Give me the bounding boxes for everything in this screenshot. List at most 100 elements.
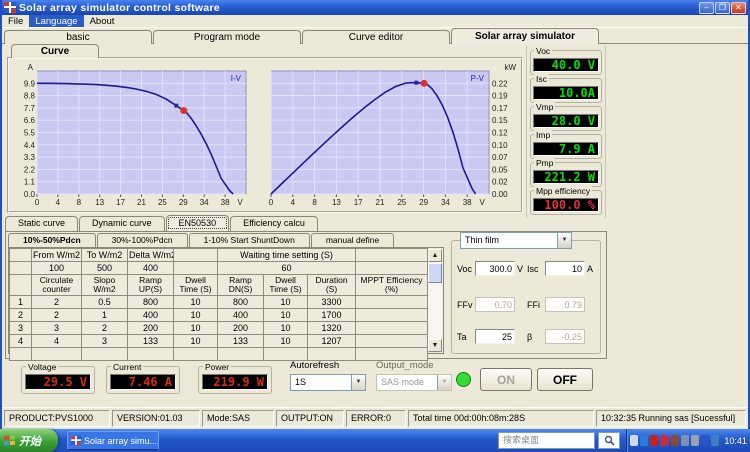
- table-scrollbar[interactable]: ▲ ▼: [428, 249, 442, 352]
- desktop-search-input[interactable]: 搜索桌面: [498, 432, 595, 449]
- tab-basic[interactable]: basic: [4, 30, 152, 44]
- tab-program-mode[interactable]: Program mode: [153, 30, 301, 44]
- table-cell[interactable]: [355, 308, 429, 322]
- table-cell[interactable]: [9, 261, 32, 275]
- table-cell[interactable]: [31, 347, 82, 361]
- input-method-icon[interactable]: [630, 435, 639, 446]
- table-cell[interactable]: 10: [173, 295, 218, 309]
- chevron-down-icon[interactable]: ▼: [557, 233, 571, 248]
- table-cell[interactable]: 4: [9, 334, 32, 348]
- tab-efficiency-calcu[interactable]: Efficiency calcu: [230, 216, 318, 231]
- table-cell[interactable]: 10: [263, 321, 308, 335]
- table-cell[interactable]: 1: [81, 308, 128, 322]
- tab-1-10-start-shuntdown[interactable]: 1-10% Start ShuntDown: [188, 233, 310, 247]
- table-cell[interactable]: 3: [31, 321, 82, 335]
- table-cell[interactable]: 10: [263, 295, 308, 309]
- off-button[interactable]: OFF: [537, 368, 593, 391]
- tab-10-50-pdcn[interactable]: 10%-50%Pdcn: [8, 233, 96, 247]
- table-cell[interactable]: 800: [217, 295, 264, 309]
- table-cell[interactable]: [355, 347, 429, 361]
- table-cell[interactable]: 0.5: [81, 295, 128, 309]
- table-cell[interactable]: 133: [217, 334, 264, 348]
- voc-input[interactable]: [475, 261, 515, 276]
- start-button[interactable]: 开始: [0, 429, 58, 452]
- table-cell[interactable]: 500: [81, 261, 128, 275]
- table-cell[interactable]: [355, 334, 429, 348]
- β-input: [545, 329, 585, 344]
- table-cell[interactable]: [355, 261, 429, 275]
- table-cell[interactable]: 1207: [306, 334, 357, 348]
- table-cell[interactable]: 3: [9, 321, 32, 335]
- table-cell[interactable]: [173, 347, 218, 361]
- antivirus-shield-icon[interactable]: [660, 435, 669, 446]
- table-cell[interactable]: 1: [9, 295, 32, 309]
- minimize-button[interactable]: –: [699, 1, 714, 14]
- table-cell[interactable]: 10: [263, 308, 308, 322]
- table-cell[interactable]: 1320: [306, 321, 357, 335]
- pc-status-icon[interactable]: [670, 435, 679, 446]
- table-cell[interactable]: 2: [31, 308, 82, 322]
- bluetooth-icon[interactable]: [640, 435, 649, 446]
- network-monitor-icon[interactable]: [680, 435, 689, 446]
- table-cell[interactable]: 2: [9, 308, 32, 322]
- menu-item-about[interactable]: About: [84, 15, 121, 27]
- table-cell[interactable]: 10: [173, 321, 218, 335]
- table-cell[interactable]: 200: [127, 321, 174, 335]
- svg-text:kW: kW: [504, 63, 516, 72]
- table-cell[interactable]: [263, 347, 308, 361]
- table-cell[interactable]: 3300: [306, 295, 357, 309]
- taskbar-task[interactable]: Solar array simu...: [67, 431, 159, 450]
- close-button[interactable]: ✕: [731, 1, 746, 14]
- tab-30-100-pdcn[interactable]: 30%-100%Pdcn: [96, 233, 188, 247]
- menu-item-file[interactable]: File: [2, 15, 29, 27]
- table-cell[interactable]: [81, 347, 128, 361]
- table-cell[interactable]: 2: [81, 321, 128, 335]
- svg-text:13: 13: [332, 198, 341, 207]
- table-cell[interactable]: [127, 347, 174, 361]
- table-cell[interactable]: 1700: [306, 308, 357, 322]
- scrollbar-thumb[interactable]: [428, 263, 442, 283]
- table-cell[interactable]: 100: [31, 261, 82, 275]
- scroll-down-icon[interactable]: ▼: [428, 339, 442, 352]
- table-cell[interactable]: [355, 321, 429, 335]
- tab-solar-array-simulator[interactable]: Solar array simulator: [451, 28, 599, 44]
- table-cell[interactable]: [173, 261, 218, 275]
- menu-bar: File Language About: [2, 15, 748, 28]
- table-cell[interactable]: 800: [127, 295, 174, 309]
- table-cell[interactable]: [9, 347, 32, 361]
- table-cell[interactable]: [217, 347, 264, 361]
- table-cell[interactable]: 10: [173, 334, 218, 348]
- scroll-up-icon[interactable]: ▲: [428, 249, 442, 262]
- security-shield-icon[interactable]: [711, 435, 720, 446]
- ati-icon[interactable]: [650, 435, 659, 446]
- table-cell[interactable]: [355, 295, 429, 309]
- table-cell[interactable]: 200: [217, 321, 264, 335]
- table-cell[interactable]: [306, 347, 357, 361]
- table-cell[interactable]: 400: [127, 261, 174, 275]
- tab-manual-define[interactable]: manual define: [310, 233, 395, 247]
- table-cell[interactable]: 60: [216, 261, 357, 275]
- autorefresh-select[interactable]: 1S ▼: [290, 374, 366, 391]
- table-cell[interactable]: 4: [31, 334, 82, 348]
- tab-static-curve[interactable]: Static curve: [5, 216, 79, 231]
- table-cell[interactable]: 2: [31, 295, 82, 309]
- volume-icon[interactable]: [690, 435, 700, 446]
- table-cell[interactable]: 10: [173, 308, 218, 322]
- tab-dynamic-curve[interactable]: Dynamic curve: [79, 216, 165, 231]
- maximize-button[interactable]: ❐: [715, 1, 730, 14]
- table-cell[interactable]: 10: [263, 334, 308, 348]
- table-cell[interactable]: 133: [127, 334, 174, 348]
- menu-item-language[interactable]: Language: [29, 15, 84, 27]
- chevron-down-icon[interactable]: ▼: [351, 375, 365, 390]
- table-cell[interactable]: 400: [217, 308, 264, 322]
- table-cell[interactable]: 3: [81, 334, 128, 348]
- ta-input[interactable]: [475, 329, 515, 344]
- tab-curve-editor[interactable]: Curve editor: [302, 30, 450, 44]
- search-button[interactable]: [598, 432, 620, 449]
- isc-input[interactable]: [545, 261, 585, 276]
- tab-en50530[interactable]: EN50530: [165, 215, 230, 231]
- vpn-shield-icon[interactable]: [701, 435, 710, 446]
- module-type-select[interactable]: Thin film ▼: [460, 232, 572, 249]
- table-cell[interactable]: 400: [127, 308, 174, 322]
- tab-curve[interactable]: Curve: [11, 44, 99, 58]
